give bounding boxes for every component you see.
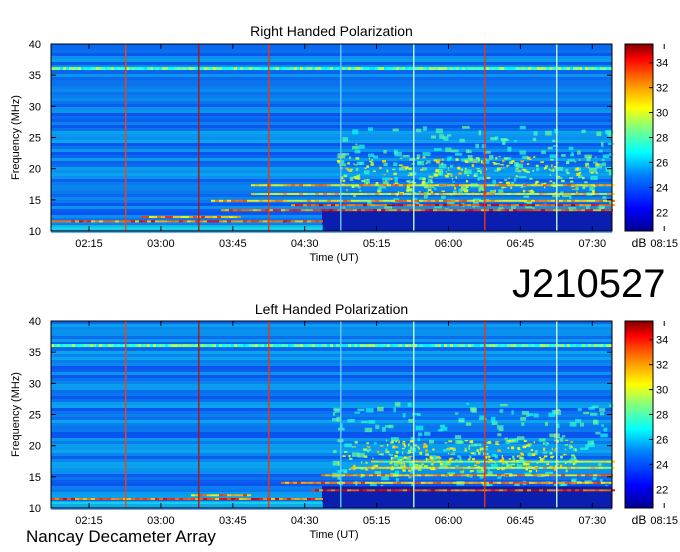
y-tick-label: 40 bbox=[29, 316, 41, 328]
x-tick-label: 08:15 bbox=[650, 515, 678, 527]
y-tick-label: 20 bbox=[29, 441, 41, 453]
spectrogram-image bbox=[51, 44, 615, 233]
y-tick-label: 15 bbox=[29, 195, 41, 207]
y-tick-label: 40 bbox=[29, 39, 41, 51]
y-tick-label: 30 bbox=[29, 378, 41, 390]
colorbar-tick-label: 22 bbox=[656, 207, 668, 219]
colorbar-label: dB bbox=[632, 513, 647, 527]
colorbar-tick-label: 26 bbox=[656, 434, 668, 446]
x-tick-label: 03:45 bbox=[219, 238, 247, 250]
spectrogram-image bbox=[51, 321, 615, 510]
x-tick-label: 04:30 bbox=[291, 515, 319, 527]
panel-title: Left Handed Polarization bbox=[255, 301, 408, 317]
x-tick-label: 03:45 bbox=[219, 515, 247, 527]
colorbar-tick-label: 32 bbox=[656, 83, 668, 95]
colorbar: 22 24 26 28 30 32 34 dB bbox=[624, 43, 668, 250]
colorbar-tick-label: 22 bbox=[656, 484, 668, 496]
colorbar-tick-label: 34 bbox=[656, 58, 668, 70]
y-tick-label: 25 bbox=[29, 410, 41, 422]
x-tick-label: 08:15 bbox=[650, 238, 678, 250]
x-tick-label: 02:15 bbox=[75, 515, 103, 527]
x-tick-label: 07:30 bbox=[579, 238, 607, 250]
y-tick-label: 30 bbox=[29, 101, 41, 113]
y-tick-label: 10 bbox=[29, 226, 41, 238]
panel-title: Right Handed Polarization bbox=[250, 23, 413, 39]
colorbar-tick-label: 30 bbox=[656, 385, 668, 397]
x-tick-label: 03:00 bbox=[147, 238, 175, 250]
left-polarization-panel: Left Handed Polarization 10 15 20 25 30 35 40 Fr… bbox=[10, 301, 678, 541]
colorbar-tick-label: 34 bbox=[656, 335, 668, 347]
y-tick-label: 20 bbox=[29, 164, 41, 176]
colorbar: 22 24 26 28 30 32 34 dB bbox=[624, 320, 668, 527]
x-tick-label: 02:15 bbox=[75, 238, 103, 250]
x-tick-label: 06:45 bbox=[507, 515, 535, 527]
observation-id: J210527 bbox=[512, 262, 666, 306]
colorbar-tick-label: 32 bbox=[656, 360, 668, 372]
colorbar-label: dB bbox=[632, 236, 647, 250]
x-tick-label: 03:00 bbox=[147, 515, 175, 527]
y-axis-label: Frequency (MHz) bbox=[10, 372, 22, 457]
y-axis-label: Frequency (MHz) bbox=[10, 95, 22, 180]
x-tick-label: 04:30 bbox=[291, 238, 319, 250]
y-tick-label: 35 bbox=[29, 347, 41, 359]
colorbar-tick-label: 28 bbox=[656, 410, 668, 422]
instrument-credit: Nancay Decameter Array bbox=[26, 527, 216, 546]
x-tick-label: 06:45 bbox=[507, 238, 535, 250]
x-tick-label: 06:00 bbox=[435, 515, 463, 527]
y-tick-label: 35 bbox=[29, 70, 41, 82]
colorbar-tick-label: 26 bbox=[656, 157, 668, 169]
colorbar-tick-label: 30 bbox=[656, 108, 668, 120]
colorbar-tick-label: 24 bbox=[656, 182, 668, 194]
x-tick-label: 05:15 bbox=[363, 515, 391, 527]
x-tick-label: 06:00 bbox=[435, 238, 463, 250]
y-tick-label: 10 bbox=[29, 503, 41, 515]
colorbar-tick-label: 28 bbox=[656, 133, 668, 145]
y-tick-label: 25 bbox=[29, 133, 41, 145]
x-tick-label: 05:15 bbox=[363, 238, 391, 250]
y-tick-label: 15 bbox=[29, 472, 41, 484]
right-polarization-panel: Right Handed Polarization 10 15 20 25 30 35 40 F… bbox=[10, 23, 678, 264]
x-axis-label: Time (UT) bbox=[309, 252, 358, 264]
x-tick-label: 07:30 bbox=[579, 515, 607, 527]
x-axis-label: Time (UT) bbox=[309, 529, 358, 541]
colorbar-tick-label: 24 bbox=[656, 459, 668, 471]
